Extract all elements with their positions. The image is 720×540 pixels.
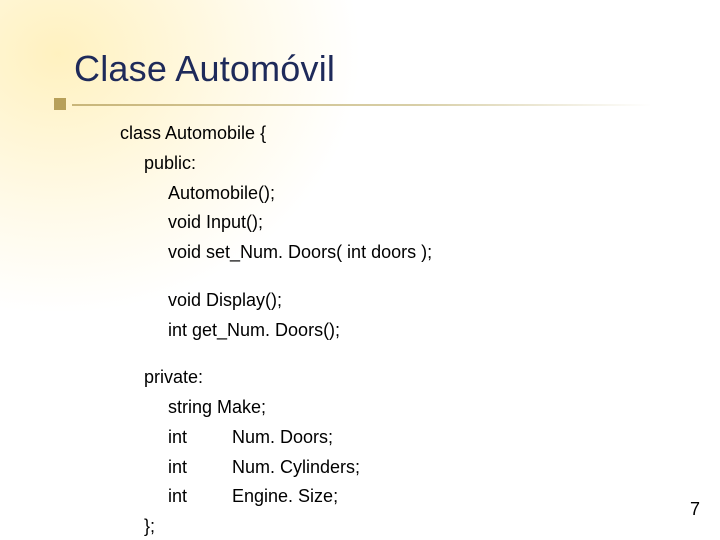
- slide-title: Clase Automóvil: [74, 48, 335, 90]
- code-line: int get_Num. Doors();: [120, 319, 432, 343]
- code-ident: Num. Doors;: [232, 427, 333, 447]
- title-underline: [72, 104, 652, 106]
- code-line: public:: [120, 152, 432, 176]
- code-line: intEngine. Size;: [120, 485, 432, 509]
- code-ident: Num. Cylinders;: [232, 457, 360, 477]
- code-line: private:: [120, 366, 432, 390]
- code-line: intNum. Cylinders;: [120, 456, 432, 480]
- code-type: int: [168, 485, 232, 509]
- title-area: Clase Automóvil: [74, 48, 335, 90]
- code-line: void Input();: [120, 211, 432, 235]
- code-line: class Automobile {: [120, 122, 432, 146]
- code-line: string Make;: [120, 396, 432, 420]
- code-type: int: [168, 426, 232, 450]
- code-block: class Automobile { public: Automobile();…: [120, 122, 432, 540]
- code-line: Automobile();: [120, 182, 432, 206]
- code-ident: Engine. Size;: [232, 486, 338, 506]
- code-line: void set_Num. Doors( int doors );: [120, 241, 432, 265]
- code-type: int: [168, 456, 232, 480]
- page-number: 7: [690, 499, 700, 520]
- title-bullet-square: [54, 98, 66, 110]
- code-line: intNum. Doors;: [120, 426, 432, 450]
- code-line: };: [120, 515, 432, 539]
- slide: Clase Automóvil class Automobile { publi…: [0, 0, 720, 540]
- code-line: void Display();: [120, 289, 432, 313]
